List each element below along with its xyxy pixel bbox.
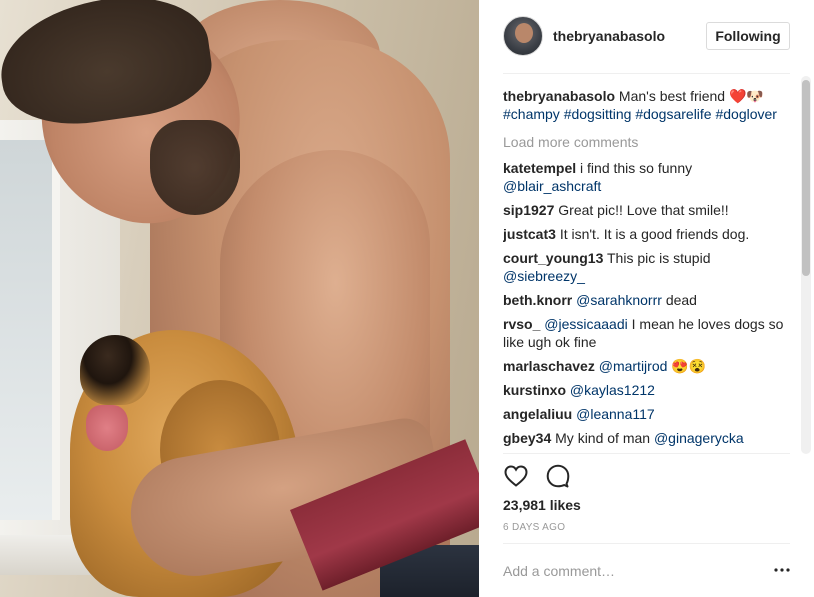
comment-username[interactable]: beth.knorr [503,292,572,308]
comment-username[interactable]: sip1927 [503,202,554,218]
comments-scrollbar[interactable] [801,76,811,454]
list-item: rvso_ @jessicaaadi I mean he loves dogs … [503,315,793,351]
dog-tongue [86,405,128,451]
post-actions [503,463,571,491]
comments-list[interactable]: thebryanabasolo Man's best friend ❤️🐶 #c… [503,87,793,452]
mention[interactable]: @ginagerycka [654,430,744,446]
list-item: sip1927 Great pic!! Love that smile!! [503,201,793,219]
mention[interactable]: @jessicaaadi [544,316,627,332]
comment-text: My kind of man [555,430,651,446]
caption-username[interactable]: thebryanabasolo [503,88,615,104]
comment-username[interactable]: katetempel [503,160,576,176]
comment-username[interactable]: court_young13 [503,250,603,266]
list-item: justcat3 It isn't. It is a good friends … [503,225,793,243]
mention[interactable]: @kaylas1212 [570,382,655,398]
comment-username[interactable]: angelaliuu [503,406,572,422]
list-item: court_young13 This pic is stupid @siebre… [503,249,793,285]
comment-text: It isn't. It is a good friends dog. [559,226,750,242]
avatar[interactable] [503,16,543,56]
load-more-comments-link[interactable]: Load more comments [503,133,793,151]
list-item: gbey34 My kind of man @ginagerycka [503,429,793,447]
divider [503,73,790,74]
list-item: marlaschavez @martijrod 😍😵 [503,357,793,375]
mention[interactable]: @martijrod [599,358,668,374]
post-timestamp: 6 DAYS AGO [503,522,566,533]
list-item: kurstinxo @kaylas1212 [503,381,793,399]
comment-text: Great pic!! Love that smile!! [558,202,729,218]
post-details-panel: thebryanabasolo Following thebryanabasol… [479,0,814,597]
man-beard [150,120,240,215]
dog-snout [80,335,150,405]
comment-text: This pic is stupid [607,250,711,266]
hashtag[interactable]: #doglover [715,106,777,122]
comment-text: 😍😵 [671,358,707,374]
comment-username[interactable]: rvso_ [503,316,540,332]
divider [503,543,790,544]
comment-username[interactable]: kurstinxo [503,382,566,398]
list-item: beth.knorr @sarahknorrr dead [503,291,793,309]
comment-username[interactable]: marlaschavez [503,358,595,374]
list-item: katetempel i find this so funny @blair_a… [503,159,793,195]
divider [503,453,790,454]
hashtag[interactable]: #dogsitting [564,106,632,122]
following-button[interactable]: Following [706,22,790,50]
comment-username[interactable]: justcat3 [503,226,556,242]
hashtag[interactable]: #champy [503,106,560,122]
header-username[interactable]: thebryanabasolo [553,28,665,44]
add-comment-input[interactable] [503,561,753,581]
mention[interactable]: @sarahknorrr [576,292,662,308]
mention[interactable]: @siebreezy_ [503,268,585,284]
mention[interactable]: @leanna117 [576,406,655,422]
list-item: angelaliuu @leanna117 [503,405,793,423]
comment-text: i find this so funny [580,160,693,176]
mention[interactable]: @blair_ashcraft [503,178,601,194]
hashtag[interactable]: #dogsarelife [635,106,711,122]
ellipsis-icon[interactable] [773,562,791,578]
post-photo[interactable] [0,0,479,597]
likes-count[interactable]: 23,981 likes [503,497,581,513]
caption: thebryanabasolo Man's best friend ❤️🐶 #c… [503,87,793,123]
heart-outline-icon[interactable] [503,463,529,489]
comment-username[interactable]: gbey34 [503,430,551,446]
speech-bubble-icon[interactable] [545,463,571,489]
caption-text: Man's best friend ❤️🐶 [618,88,764,104]
scrollbar-thumb[interactable] [802,80,810,276]
window-pane [0,140,60,520]
comment-text: dead [665,292,697,308]
